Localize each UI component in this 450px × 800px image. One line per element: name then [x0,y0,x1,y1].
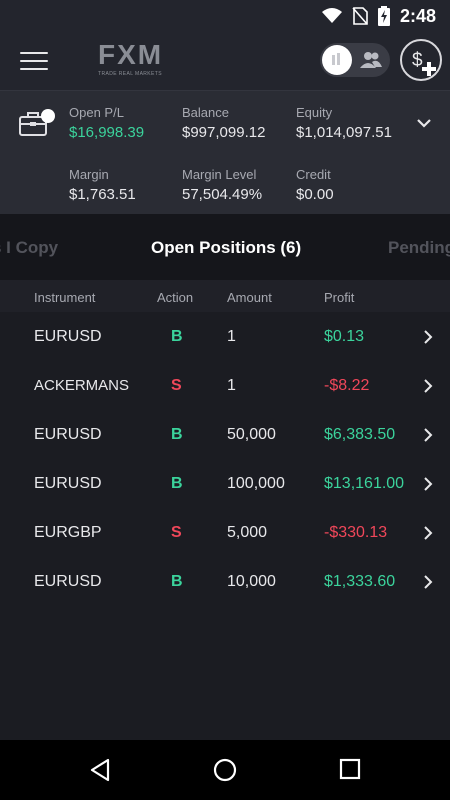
action-cell: S [171,377,182,395]
metric-label: Margin [69,167,109,182]
home-icon[interactable] [213,758,237,782]
tab-pending[interactable]: Pending [388,238,450,258]
amount-cell: 5,000 [227,524,268,542]
action-cell: B [171,328,183,345]
table-row[interactable]: EURGBP S 5,000 -$330.13 [0,508,450,557]
metric-value: $0.00 [296,186,334,203]
account-summary: Open P/L $16,998.39 Balance $997,099.12 … [0,90,450,214]
metric-value: $997,099.12 [182,124,266,141]
metric-value: 57,504.49% [182,186,263,203]
chevron-right-icon[interactable] [422,427,434,443]
system-nav-bar [0,740,450,800]
amount-cell: 10,000 [227,573,276,591]
dollar-plus-icon: $ [412,50,436,76]
metric-open-pl: Open P/L $16,998.39 [69,105,144,141]
status-bar: 2:48 [0,0,450,32]
logo-name: FXM [98,39,164,70]
back-icon[interactable] [88,758,112,782]
metric-balance: Balance $997,099.12 [182,105,265,141]
instrument-cell: EURUSD [34,328,102,345]
amount-cell: 100,000 [227,475,285,493]
table-row[interactable]: EURUSD B 100,000 $13,161.00 [0,459,450,508]
metric-label: Equity [296,105,333,120]
positions-tabs: s I Copy Open Positions (6) Pending [0,214,450,280]
recents-icon[interactable] [339,758,361,780]
metric-label: Open P/L [69,105,124,120]
action-cell: B [171,475,183,493]
instrument-cell: EURUSD [34,426,102,444]
table-header: Instrument Action Amount Profit [0,280,450,312]
chevron-right-icon[interactable] [422,329,434,345]
svg-text:$: $ [412,50,423,71]
action-cell: B [171,426,183,444]
table-row[interactable]: EURUSD B 1 $0.13 [0,312,450,361]
metric-margin: Margin $1,763.51 [69,167,136,203]
positions-list: EURUSD B 1 $0.13 ACKERMANS S 1 -$8.22 EU… [0,312,450,607]
table-row[interactable]: ACKERMANS S 1 -$8.22 [0,361,450,410]
amount-cell: 1 [227,377,236,395]
metric-credit: Credit $0.00 [296,167,334,203]
table-row[interactable]: EURUSD B 10,000 $1,333.60 [0,557,450,606]
hamburger-menu-icon[interactable] [20,52,48,70]
profit-cell: $1,333.60 [324,573,396,591]
toggle-knob [322,45,352,75]
profit-cell: $0.13 [324,328,365,345]
tab-copy[interactable]: s I Copy [0,238,58,258]
column-amount: Amount [227,290,272,305]
instrument-cell: EURUSD [34,475,102,493]
toggle-bars-icon [332,53,340,65]
column-action: Action [157,290,194,305]
instrument-cell: EURGBP [34,524,102,542]
metric-label: Credit [296,167,331,182]
chevron-right-icon[interactable] [422,574,434,590]
profit-cell: $13,161.00 [324,475,405,493]
deposit-button[interactable]: $ [400,39,442,81]
logo-tagline: TRADE REAL MARKETS [98,71,162,77]
amount-cell: 50,000 [227,426,276,444]
people-icon [360,52,382,68]
column-instrument: Instrument [34,290,96,305]
action-cell: B [171,573,183,591]
profit-cell: $6,383.50 [324,426,396,444]
profit-cell: -$8.22 [324,377,370,395]
instrument-cell: ACKERMANS [34,377,130,395]
status-time: 2:48 [399,5,436,26]
profit-cell: -$330.13 [324,524,388,542]
metric-value: $1,763.51 [69,186,136,203]
instrument-cell: EURUSD [34,573,102,591]
battery-charging-icon [377,6,390,26]
metric-margin-level: Margin Level 57,504.49% [182,167,262,203]
chevron-right-icon[interactable] [422,378,434,394]
amount-cell: 1 [227,328,236,345]
wifi-icon [321,8,342,23]
chevron-down-icon[interactable] [414,113,434,133]
action-cell: S [171,524,182,542]
metric-label: Margin Level [182,167,257,182]
no-sim-icon [352,7,368,25]
tab-open-positions[interactable]: Open Positions (6) [151,238,301,258]
copy-trading-toggle[interactable] [320,43,390,77]
table-row[interactable]: EURUSD B 50,000 $6,383.50 [0,410,450,459]
chevron-right-icon[interactable] [422,476,434,492]
metric-equity: Equity $1,014,097.51 [296,105,392,141]
app-bar: FXM TRADE REAL MARKETS $ [0,32,450,90]
chevron-right-icon[interactable] [422,525,434,541]
metric-value: $1,014,097.51 [296,124,392,141]
metric-label: Balance [182,105,229,120]
column-profit: Profit [324,290,355,305]
metric-value: $16,998.39 [69,124,145,141]
briefcase-icon [19,109,55,136]
fxm-logo: FXM TRADE REAL MARKETS [98,40,164,82]
